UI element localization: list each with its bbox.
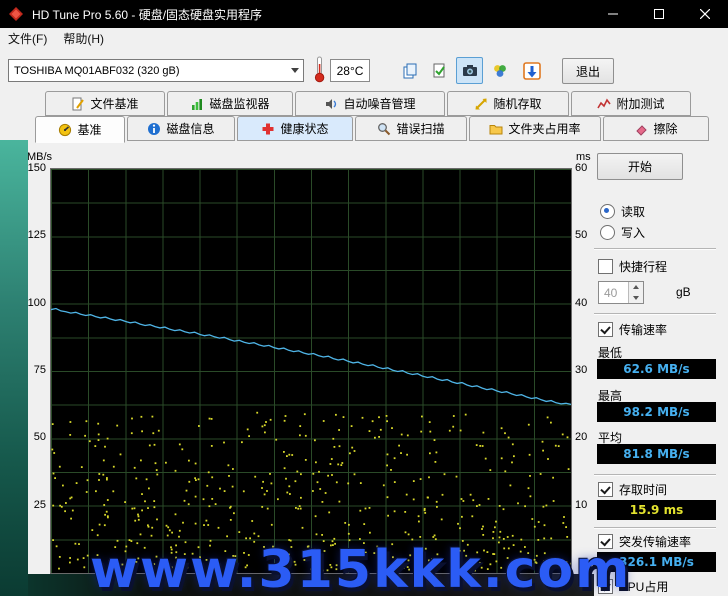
hd-tune-window: HD Tune Pro 5.60 - 硬盘/固态硬盘实用程序 文件(F) 帮助(… (0, 0, 728, 596)
checkbox-icon (598, 482, 613, 497)
eraser-icon (634, 122, 648, 136)
access-time-label: 存取时间 (619, 481, 667, 498)
read-radio-label: 读取 (621, 203, 645, 220)
tabrow-lower: 基准 磁盘信息 健康状态 错误扫描 文件夹占用率 (0, 116, 728, 141)
copy-results-button[interactable] (426, 57, 453, 84)
magnifier-icon (377, 122, 391, 136)
save-screenshot-button[interactable] (518, 57, 545, 84)
file-benchmark-icon (71, 97, 85, 111)
tab-erase[interactable]: 擦除 (603, 116, 709, 141)
write-radio[interactable]: 写入 (600, 224, 645, 241)
tab-error-scan[interactable]: 错误扫描 (355, 116, 467, 141)
screenshot-button[interactable] (456, 57, 483, 84)
tab-label: 文件夹占用率 (508, 120, 580, 137)
separator (594, 313, 716, 315)
start-button[interactable]: 开始 (597, 153, 683, 180)
minimize-button[interactable] (590, 0, 636, 28)
app-icon (8, 6, 24, 22)
tab-extra-tests[interactable]: 附加测试 (571, 91, 691, 116)
drive-selector[interactable]: TOSHIBA MQ01ABF032 (320 gB) (8, 59, 304, 82)
short-stroke-size-input[interactable]: 40 (598, 281, 644, 304)
tab-aam[interactable]: 自动噪音管理 (295, 91, 445, 116)
tab-label: 文件基准 (90, 95, 138, 112)
spin-up-icon[interactable] (629, 282, 643, 293)
spin-down-icon[interactable] (629, 293, 643, 304)
transfer-rate-checkbox[interactable]: 传输速率 (598, 321, 667, 338)
chevron-down-icon (287, 60, 303, 81)
extra-tests-icon (597, 97, 611, 111)
color-settings-button[interactable] (486, 57, 513, 84)
separator (594, 248, 716, 250)
short-stroke-label: 快捷行程 (619, 258, 667, 275)
tab-label: 随机存取 (493, 95, 541, 112)
separator (594, 474, 716, 476)
max-value-badge: 98.2 MB/s (597, 402, 716, 422)
tab-health[interactable]: 健康状态 (237, 116, 353, 141)
tab-label: 基准 (77, 121, 101, 138)
tab-disk-monitor[interactable]: 磁盘监视器 (167, 91, 293, 116)
read-radio[interactable]: 读取 (600, 203, 645, 220)
separator (594, 527, 716, 529)
tab-label: 磁盘信息 (166, 120, 214, 137)
benchmark-chart (50, 168, 572, 574)
speaker-icon (324, 97, 338, 111)
transfer-rate-line (51, 309, 571, 405)
short-stroke-checkbox[interactable]: 快捷行程 (598, 258, 667, 275)
avg-value-badge: 81.8 MB/s (597, 444, 716, 464)
short-stroke-unit-label: gB (676, 285, 691, 299)
drive-selector-value: TOSHIBA MQ01ABF032 (320 gB) (9, 65, 287, 77)
tabrow-upper: 文件基准 磁盘监视器 自动噪音管理 随机存取 附加测试 (0, 91, 728, 116)
access-time-badge: 15.9 ms (597, 500, 716, 520)
tab-label: 健康状态 (280, 120, 328, 137)
thermometer-icon (313, 55, 326, 83)
tab-label: 磁盘监视器 (209, 95, 269, 112)
short-stroke-size-value: 40 (599, 282, 628, 303)
random-access-icon (474, 97, 488, 111)
radio-icon (600, 204, 615, 219)
access-time-checkbox[interactable]: 存取时间 (598, 481, 667, 498)
write-radio-label: 写入 (621, 224, 645, 241)
tab-label: 附加测试 (616, 95, 664, 112)
tab-folder-usage[interactable]: 文件夹占用率 (469, 116, 601, 141)
toolbar: TOSHIBA MQ01ABF032 (320 gB) 28°C (0, 49, 728, 90)
checkbox-icon (598, 322, 613, 337)
maximize-button[interactable] (636, 0, 682, 28)
menu-file[interactable]: 文件(F) (0, 28, 55, 49)
watermark: www.315kkk.com (90, 540, 631, 596)
tab-label: 自动噪音管理 (343, 95, 415, 112)
close-button[interactable] (682, 0, 728, 28)
window-title: HD Tune Pro 5.60 - 硬盘/固态硬盘实用程序 (32, 6, 262, 23)
desktop-background-left (0, 140, 28, 596)
temperature-display: 28°C (330, 59, 370, 82)
exit-button[interactable]: 退出 (562, 58, 614, 84)
copy-info-button[interactable] (396, 57, 423, 84)
folder-icon (489, 122, 503, 136)
checkbox-icon (598, 259, 613, 274)
titlebar[interactable]: HD Tune Pro 5.60 - 硬盘/固态硬盘实用程序 (0, 0, 728, 28)
transfer-rate-label: 传输速率 (619, 321, 667, 338)
info-icon (147, 122, 161, 136)
benchmark-gauge-icon (58, 123, 72, 137)
health-cross-icon (261, 122, 275, 136)
menu-help[interactable]: 帮助(H) (55, 28, 112, 49)
tab-file-benchmark[interactable]: 文件基准 (45, 91, 165, 116)
menubar: 文件(F) 帮助(H) (0, 28, 728, 49)
tab-disk-info[interactable]: 磁盘信息 (127, 116, 235, 141)
tab-benchmark[interactable]: 基准 (35, 116, 125, 143)
disk-monitor-icon (190, 97, 204, 111)
radio-icon (600, 225, 615, 240)
tab-label: 擦除 (653, 120, 677, 137)
tab-random-access[interactable]: 随机存取 (447, 91, 569, 116)
min-value-badge: 62.6 MB/s (597, 359, 716, 379)
tab-label: 错误扫描 (396, 120, 444, 137)
